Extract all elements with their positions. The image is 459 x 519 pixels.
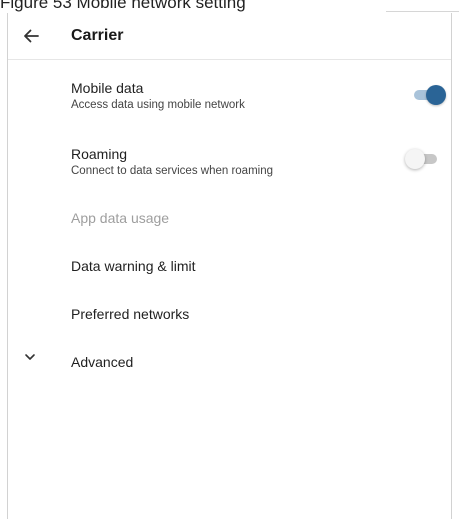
setting-app-data-usage-title: App data usage xyxy=(71,210,170,226)
arrow-back-icon xyxy=(20,25,46,47)
page-title: Carrier xyxy=(71,27,124,44)
mobile-data-toggle[interactable] xyxy=(410,85,446,105)
toggle-thumb xyxy=(426,85,446,105)
roaming-toggle[interactable] xyxy=(405,149,441,169)
setting-preferred-networks-title: Preferred networks xyxy=(71,306,190,322)
setting-mobile-data[interactable]: Mobile data Access data using mobile net… xyxy=(8,75,451,131)
setting-advanced[interactable]: Advanced xyxy=(8,347,451,381)
setting-app-data-usage: App data usage xyxy=(8,203,451,237)
app-bar: Carrier xyxy=(8,13,451,60)
setting-roaming-subtitle: Connect to data services when roaming xyxy=(71,165,273,177)
setting-mobile-data-title: Mobile data xyxy=(71,80,144,96)
chevron-down-icon xyxy=(23,350,37,369)
setting-preferred-networks[interactable]: Preferred networks xyxy=(8,299,451,333)
toggle-thumb xyxy=(405,149,425,169)
setting-mobile-data-subtitle: Access data using mobile network xyxy=(71,99,245,111)
back-button[interactable] xyxy=(20,25,46,47)
setting-advanced-title: Advanced xyxy=(71,354,134,370)
setting-roaming[interactable]: Roaming Connect to data services when ro… xyxy=(8,141,451,197)
figure-caption: Figure 53 Mobile network setting xyxy=(0,0,246,12)
setting-data-warning-limit[interactable]: Data warning & limit xyxy=(8,251,451,285)
setting-data-warning-limit-title: Data warning & limit xyxy=(71,258,196,274)
setting-roaming-title: Roaming xyxy=(71,146,128,162)
caption-divider xyxy=(386,11,459,12)
settings-screen: Carrier Mobile data Access data using mo… xyxy=(7,13,452,519)
